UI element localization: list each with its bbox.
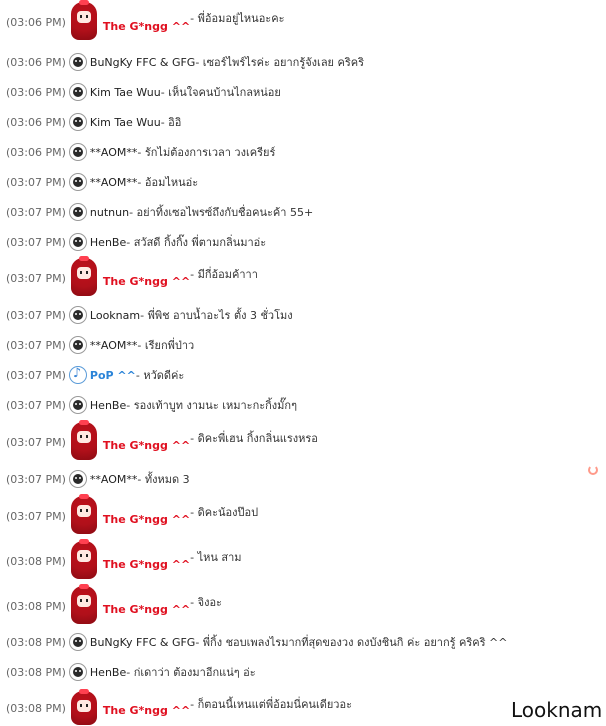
buddy-icon: [68, 113, 87, 131]
message-time: (03:07 PM): [6, 235, 66, 249]
buddy-icon: [68, 336, 87, 354]
buddy-icon: [68, 663, 87, 681]
message-text: - มีกี่อ้อมค้าาา: [190, 268, 258, 281]
buddy-icon: [68, 306, 87, 324]
message-username[interactable]: Looknam: [90, 309, 140, 322]
message-username[interactable]: BuNgKy FFC & GFG: [90, 56, 195, 69]
message-time: (03:08 PM): [6, 665, 66, 679]
message-time: (03:06 PM): [6, 55, 66, 69]
message-username[interactable]: The G*ngg ^^: [103, 20, 190, 33]
buddy-icon: [68, 203, 87, 221]
message-time: (03:07 PM): [6, 271, 66, 285]
message-time: (03:07 PM): [6, 308, 66, 322]
message-username[interactable]: PoP ^^: [90, 369, 136, 382]
user-avatar: [69, 0, 99, 42]
message-text: - อิอิ: [160, 116, 182, 129]
message-username[interactable]: The G*ngg ^^: [103, 275, 190, 288]
user-avatar: [69, 494, 99, 536]
buddy-icon: [68, 53, 87, 71]
user-avatar: [69, 256, 99, 298]
message-username[interactable]: Kim Tae Wuu: [90, 116, 161, 129]
chat-log: (03:06 PM) The G*ngg ^^ - พี่อ้อมอยู่ไหน…: [0, 0, 606, 725]
message-text: - รักไม่ต้องการเวลา วงเครียร์: [137, 146, 276, 159]
message-username[interactable]: The G*ngg ^^: [103, 704, 190, 717]
buddy-icon: [68, 83, 87, 101]
message-username[interactable]: The G*ngg ^^: [103, 513, 190, 526]
message-username[interactable]: **AOM**: [90, 473, 137, 486]
message-text: - พี่กิ้ง ชอบเพลงไรมากที่สุดของวง ดงบังช…: [195, 636, 508, 649]
watermark: Looknam: [511, 698, 603, 722]
message-text: - รองเท้าบูท งามนะ เหมาะกะกิ้งมั๊กๆ: [126, 399, 297, 412]
message-username[interactable]: The G*ngg ^^: [103, 603, 190, 616]
message-text: - เห็นใจคนบ้านไกลหน่อย: [160, 86, 281, 99]
user-avatar: [69, 584, 99, 626]
message-username[interactable]: **AOM**: [90, 146, 137, 159]
message-time: (03:08 PM): [6, 635, 66, 649]
message-time: (03:07 PM): [6, 175, 66, 189]
message-text: - ทั้งหมด 3: [137, 473, 190, 486]
message-text: - เรียกพี่ป่าว: [137, 339, 195, 352]
message-text: - ก่เดาว่า ต้องมาอีกแน่ๆ อ่ะ: [126, 666, 256, 679]
message-username[interactable]: nutnun: [90, 206, 129, 219]
message-time: (03:06 PM): [6, 15, 66, 29]
message-text: - พี่พิช อาบน้ำอะไร ตั้ง 3 ชั่วโมง: [140, 309, 293, 322]
user-avatar: [69, 689, 99, 725]
message-text: - ดิคะพี่เฮน กิ้งกลิ่นแรงหรอ: [190, 432, 318, 445]
chat-message: (03:06 PM) The G*ngg ^^ - พี่อ้อมอยู่ไหน…: [6, 0, 606, 44]
buddy-icon: [68, 143, 87, 161]
message-username[interactable]: HenBe: [90, 399, 126, 412]
buddy-icon: [68, 470, 87, 488]
message-time: (03:06 PM): [6, 115, 66, 129]
message-text: - สวัสดี กิ้งกิ๊ง พี่ตามกลิ่นมาอ่ะ: [126, 236, 267, 249]
message-text: - ดิคะน้องป๊อป: [190, 506, 259, 519]
buddy-icon: [68, 396, 87, 414]
message-text: - พี่อ้อมอยู่ไหนอะคะ: [190, 12, 285, 25]
message-username[interactable]: The G*ngg ^^: [103, 439, 190, 452]
message-time: (03:06 PM): [6, 145, 66, 159]
message-text: - ก็ตอนนี้เหนแต่พี่อ้อมนี่คนเดียวอะ: [190, 698, 352, 711]
message-username[interactable]: HenBe: [90, 236, 126, 249]
buddy-icon: [68, 633, 87, 651]
message-username[interactable]: The G*ngg ^^: [103, 558, 190, 571]
music-note-icon: [68, 366, 87, 384]
message-username[interactable]: **AOM**: [90, 339, 137, 352]
message-username[interactable]: HenBe: [90, 666, 126, 679]
message-time: (03:08 PM): [6, 554, 66, 568]
message-time: (03:07 PM): [6, 509, 66, 523]
message-time: (03:06 PM): [6, 85, 66, 99]
message-username[interactable]: Kim Tae Wuu: [90, 86, 161, 99]
user-avatar: [69, 539, 99, 581]
message-time: (03:07 PM): [6, 338, 66, 352]
buddy-icon: [68, 173, 87, 191]
message-username[interactable]: BuNgKy FFC & GFG: [90, 636, 195, 649]
message-time: (03:07 PM): [6, 398, 66, 412]
message-time: (03:08 PM): [6, 701, 66, 715]
message-username[interactable]: **AOM**: [90, 176, 137, 189]
message-text: - อ้อมไหนอ่ะ: [137, 176, 199, 189]
message-text: - เซอร์ไพร์ไรค่ะ อยากรู้จังเลย คริคริ: [195, 56, 365, 69]
message-time: (03:07 PM): [6, 205, 66, 219]
message-text: - ไหน สาม: [190, 551, 242, 564]
message-time: (03:07 PM): [6, 368, 66, 382]
message-time: (03:07 PM): [6, 472, 66, 486]
buddy-icon: [68, 233, 87, 251]
message-time: (03:08 PM): [6, 599, 66, 613]
message-text: - จิงอะ: [190, 596, 222, 609]
message-time: (03:07 PM): [6, 435, 66, 449]
user-avatar: [69, 420, 99, 462]
refresh-icon[interactable]: [588, 465, 598, 475]
message-text: - หวัดดีค่ะ: [135, 369, 185, 382]
message-text: - อย่าทิ้งเซอไพรซ์ถึงกับชื่อคนะค้า 55+: [129, 206, 314, 219]
